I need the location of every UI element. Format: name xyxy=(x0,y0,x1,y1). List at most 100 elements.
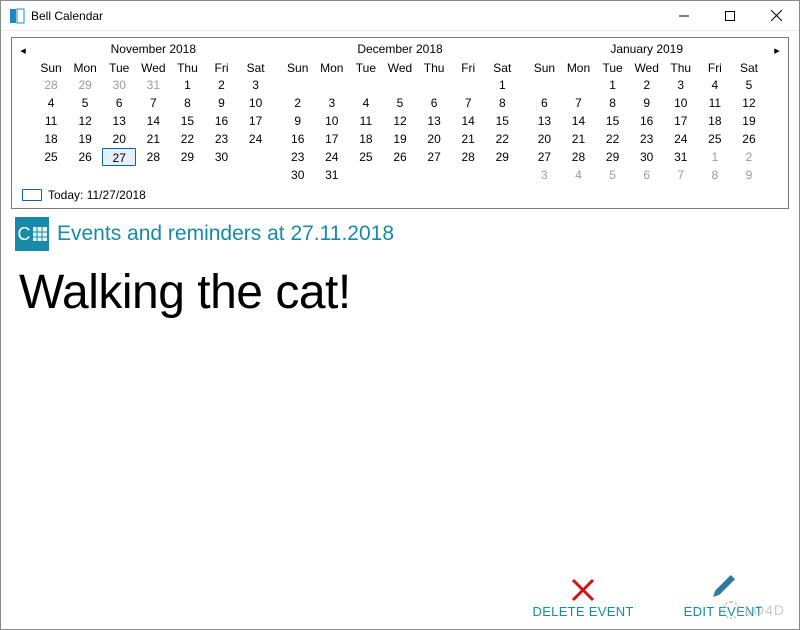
calendar-day[interactable]: 15 xyxy=(485,112,519,130)
calendar-prev-button[interactable]: ◂ xyxy=(16,40,30,57)
calendar-day[interactable]: 9 xyxy=(204,94,238,112)
calendar-day-today[interactable]: 27 xyxy=(102,148,136,166)
calendar-day[interactable]: 25 xyxy=(349,148,383,166)
calendar-day[interactable]: 27 xyxy=(527,148,561,166)
calendar-day[interactable]: 4 xyxy=(698,76,732,94)
calendar-day[interactable]: 18 xyxy=(34,130,68,148)
calendar-day[interactable]: 8 xyxy=(485,94,519,112)
calendar-day[interactable]: 5 xyxy=(732,76,766,94)
calendar-day[interactable]: 24 xyxy=(239,130,273,148)
calendar-day[interactable]: 28 xyxy=(561,148,595,166)
calendar-day[interactable]: 8 xyxy=(170,94,204,112)
calendar-day[interactable]: 9 xyxy=(732,166,766,184)
calendar-day[interactable]: 9 xyxy=(281,112,315,130)
calendar-day[interactable]: 11 xyxy=(34,112,68,130)
calendar-day[interactable]: 3 xyxy=(664,76,698,94)
calendar-day[interactable]: 2 xyxy=(204,76,238,94)
calendar-day[interactable]: 18 xyxy=(698,112,732,130)
calendar-day[interactable]: 28 xyxy=(34,76,68,94)
calendar-day[interactable]: 19 xyxy=(732,112,766,130)
calendar-day[interactable]: 7 xyxy=(664,166,698,184)
calendar-day[interactable]: 17 xyxy=(664,112,698,130)
calendar-day[interactable]: 31 xyxy=(136,76,170,94)
calendar-day[interactable]: 25 xyxy=(34,148,68,166)
calendar-day[interactable]: 2 xyxy=(281,94,315,112)
calendar-day[interactable]: 19 xyxy=(383,130,417,148)
calendar-day[interactable]: 26 xyxy=(68,148,102,166)
calendar-day[interactable]: 31 xyxy=(315,166,349,184)
calendar-day[interactable]: 5 xyxy=(383,94,417,112)
calendar-day[interactable]: 23 xyxy=(630,130,664,148)
calendar-day[interactable]: 13 xyxy=(417,112,451,130)
calendar-day[interactable]: 19 xyxy=(68,130,102,148)
calendar-day[interactable]: 23 xyxy=(204,130,238,148)
calendar-day[interactable]: 16 xyxy=(630,112,664,130)
calendar-day[interactable]: 8 xyxy=(596,94,630,112)
calendar-day[interactable]: 28 xyxy=(451,148,485,166)
calendar-day[interactable]: 14 xyxy=(136,112,170,130)
calendar-day[interactable]: 12 xyxy=(732,94,766,112)
calendar-day[interactable]: 1 xyxy=(170,76,204,94)
calendar-day[interactable]: 1 xyxy=(596,76,630,94)
calendar-day[interactable]: 20 xyxy=(527,130,561,148)
calendar-day[interactable]: 6 xyxy=(527,94,561,112)
calendar-day[interactable]: 20 xyxy=(417,130,451,148)
minimize-button[interactable] xyxy=(661,1,707,31)
maximize-button[interactable] xyxy=(707,1,753,31)
calendar-day[interactable]: 30 xyxy=(630,148,664,166)
calendar-day[interactable]: 10 xyxy=(239,94,273,112)
calendar-day[interactable]: 10 xyxy=(315,112,349,130)
calendar-day[interactable]: 18 xyxy=(349,130,383,148)
calendar-day[interactable]: 22 xyxy=(485,130,519,148)
calendar-day[interactable]: 24 xyxy=(664,130,698,148)
calendar-day[interactable]: 6 xyxy=(417,94,451,112)
calendar-day[interactable]: 4 xyxy=(349,94,383,112)
calendar-day[interactable]: 13 xyxy=(102,112,136,130)
calendar-day[interactable]: 22 xyxy=(596,130,630,148)
calendar-day[interactable]: 5 xyxy=(596,166,630,184)
calendar-day[interactable]: 11 xyxy=(698,94,732,112)
calendar-day[interactable]: 4 xyxy=(34,94,68,112)
calendar-day[interactable]: 21 xyxy=(561,130,595,148)
calendar-day[interactable]: 5 xyxy=(68,94,102,112)
calendar-day[interactable]: 9 xyxy=(630,94,664,112)
calendar-day[interactable]: 2 xyxy=(630,76,664,94)
calendar-day[interactable]: 21 xyxy=(451,130,485,148)
calendar-day[interactable]: 29 xyxy=(485,148,519,166)
calendar-day[interactable]: 3 xyxy=(527,166,561,184)
calendar-day[interactable]: 16 xyxy=(204,112,238,130)
calendar-day[interactable]: 29 xyxy=(596,148,630,166)
calendar-day[interactable]: 16 xyxy=(281,130,315,148)
calendar-day[interactable]: 29 xyxy=(68,76,102,94)
calendar-day[interactable]: 15 xyxy=(596,112,630,130)
calendar-day[interactable]: 17 xyxy=(239,112,273,130)
calendar-day[interactable]: 14 xyxy=(561,112,595,130)
calendar-day[interactable]: 26 xyxy=(383,148,417,166)
calendar-day[interactable]: 21 xyxy=(136,130,170,148)
calendar-day[interactable]: 22 xyxy=(170,130,204,148)
calendar-day[interactable]: 28 xyxy=(136,148,170,166)
today-footer[interactable]: Today: 11/27/2018 xyxy=(16,188,784,202)
calendar-day[interactable]: 30 xyxy=(281,166,315,184)
calendar-day[interactable]: 12 xyxy=(68,112,102,130)
calendar-day[interactable]: 1 xyxy=(698,148,732,166)
calendar-day[interactable]: 10 xyxy=(664,94,698,112)
calendar-day[interactable]: 20 xyxy=(102,130,136,148)
calendar-day[interactable]: 7 xyxy=(561,94,595,112)
calendar-day[interactable]: 11 xyxy=(349,112,383,130)
delete-event-button[interactable]: DELETE EVENT xyxy=(533,572,634,619)
calendar-day[interactable]: 30 xyxy=(204,148,238,166)
calendar-day[interactable]: 27 xyxy=(417,148,451,166)
calendar-day[interactable]: 6 xyxy=(630,166,664,184)
calendar-day[interactable]: 14 xyxy=(451,112,485,130)
calendar-day[interactable]: 2 xyxy=(732,148,766,166)
calendar-day[interactable]: 30 xyxy=(102,76,136,94)
calendar-day[interactable]: 15 xyxy=(170,112,204,130)
calendar-day[interactable]: 1 xyxy=(485,76,519,94)
calendar-day[interactable]: 31 xyxy=(664,148,698,166)
calendar-day[interactable]: 4 xyxy=(561,166,595,184)
calendar-day[interactable]: 12 xyxy=(383,112,417,130)
calendar-day[interactable]: 17 xyxy=(315,130,349,148)
close-button[interactable] xyxy=(753,1,799,31)
calendar-day[interactable]: 25 xyxy=(698,130,732,148)
